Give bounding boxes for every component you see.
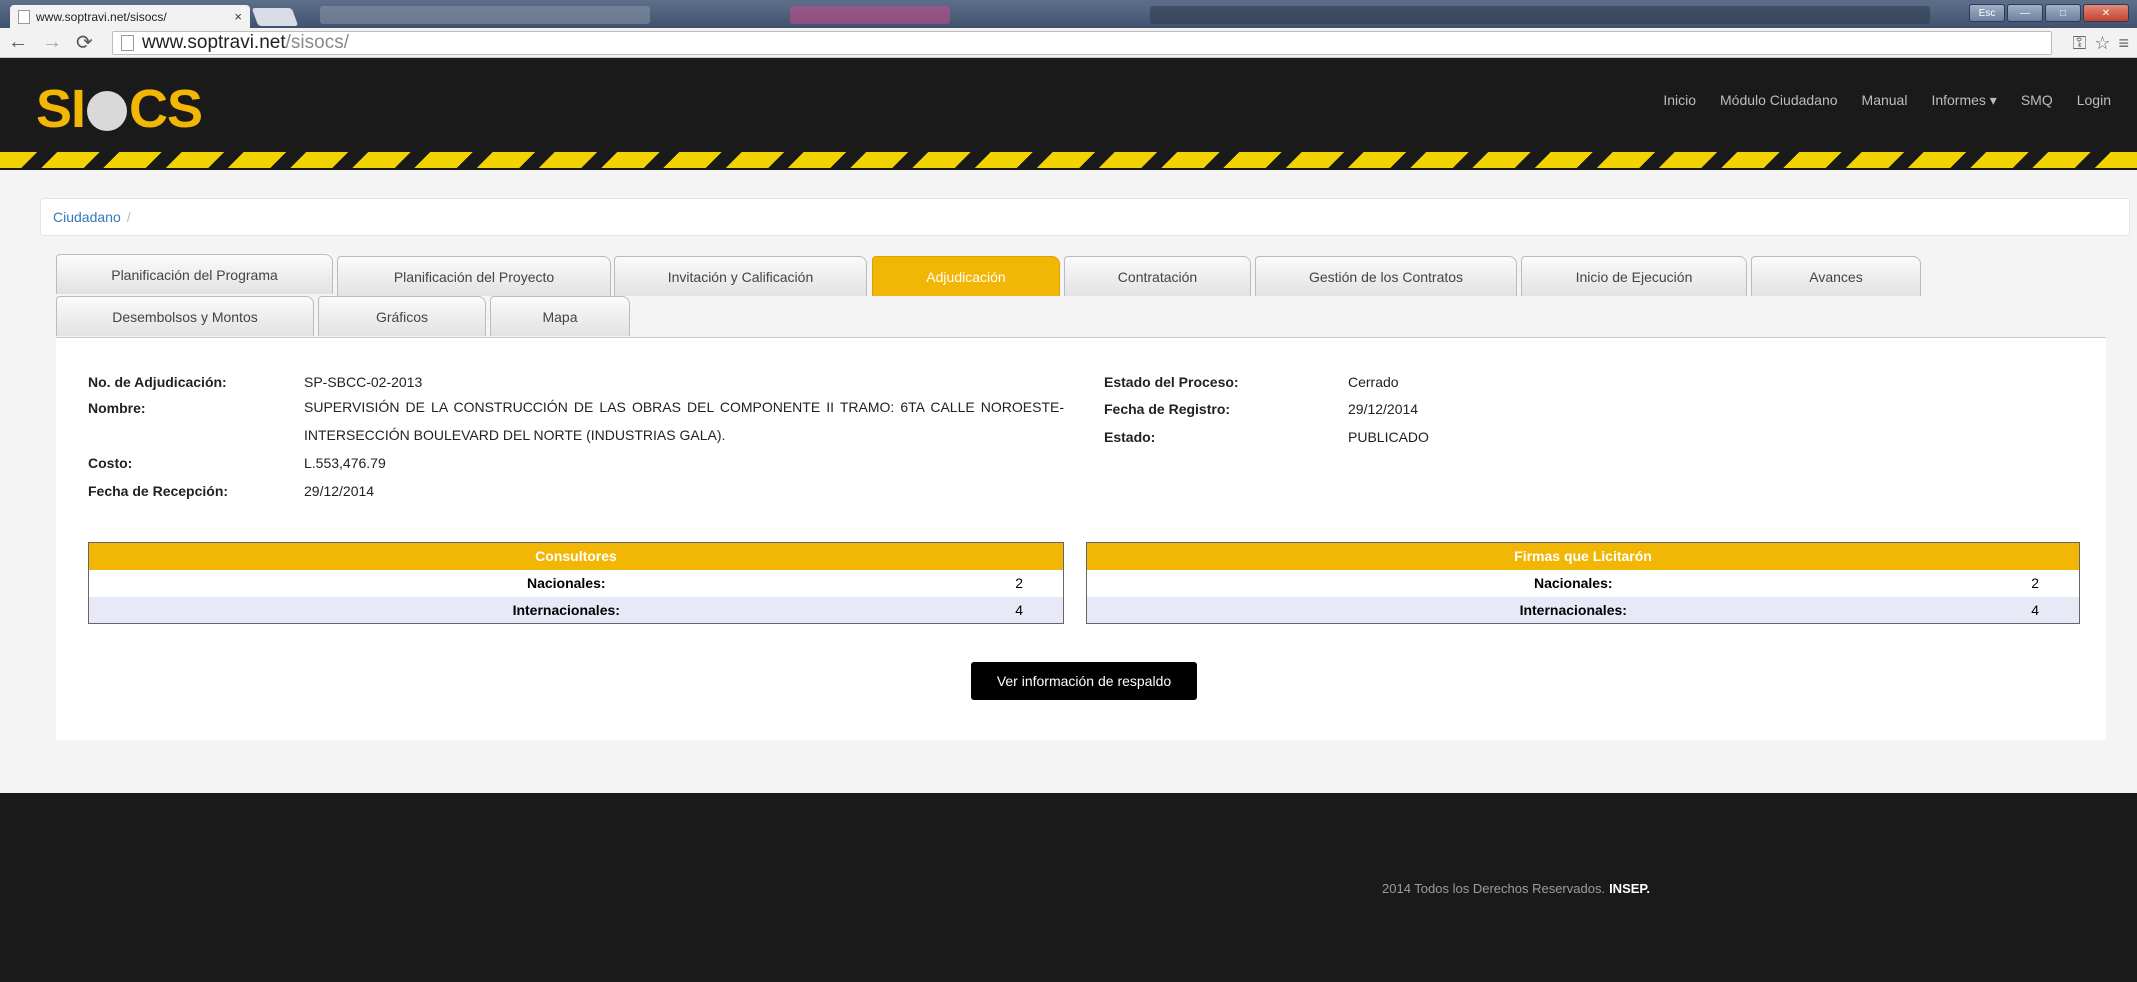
nav-informes[interactable]: Informes ▾ bbox=[1919, 92, 2008, 109]
adjudicacion-panel: No. de Adjudicación: SP-SBCC-02-2013 Nom… bbox=[56, 338, 2106, 740]
breadcrumb: Ciudadano / bbox=[40, 198, 2130, 236]
costo-value: L.553,476.79 bbox=[304, 455, 386, 471]
nombre-value: SUPERVISIÓN DE LA CONSTRUCCIÓN DE LAS OB… bbox=[304, 399, 1064, 443]
tab-avances[interactable]: Avances bbox=[1751, 256, 1921, 296]
tab-planificacion-programa[interactable]: Planificación del Programa bbox=[56, 254, 333, 294]
close-tab-icon[interactable]: × bbox=[234, 9, 242, 24]
tab-gestion-contratos[interactable]: Gestión de los Contratos bbox=[1255, 256, 1517, 296]
costo-label: Costo: bbox=[88, 455, 133, 471]
browser-toolbar: ← → ⟳ www.soptravi.net/sisocs/ ⚿ ☆ ≡ bbox=[0, 28, 2137, 58]
page-icon bbox=[18, 9, 30, 24]
keyboard-layout-button[interactable]: Esc bbox=[1969, 4, 2005, 22]
logo-text-left: SI bbox=[36, 79, 86, 139]
key-icon[interactable]: ⚿ bbox=[2073, 33, 2087, 54]
nav-manual[interactable]: Manual bbox=[1850, 92, 1920, 109]
menu-icon[interactable]: ≡ bbox=[2118, 33, 2129, 54]
consultores-internacionales-label: Internacionales: bbox=[88, 596, 864, 624]
consultores-nacionales-value: 2 bbox=[1015, 575, 1023, 591]
table-row: Internacionales: 4 bbox=[1086, 596, 2080, 624]
road-icon bbox=[87, 91, 128, 131]
blurred-tab bbox=[1150, 6, 1930, 24]
toolbar-actions: ⚿ ☆ ≡ bbox=[2073, 33, 2129, 54]
tab-inicio-ejecucion[interactable]: Inicio de Ejecución bbox=[1521, 256, 1747, 296]
table-row: Internacionales: 4 bbox=[88, 596, 1064, 624]
window-controls: Esc — □ ✕ bbox=[1969, 4, 2129, 22]
consultores-table: Consultores Nacionales: 2 Internacionale… bbox=[88, 542, 1064, 624]
footer-copyright: 2014 Todos los Derechos Reservados. INSEP… bbox=[1382, 881, 1650, 896]
numero-adjudicacion-value: SP-SBCC-02-2013 bbox=[304, 374, 423, 390]
estado-label: Estado: bbox=[1104, 429, 1156, 445]
firmas-title: Firmas que Licitarón bbox=[1086, 542, 2080, 570]
tab-mapa[interactable]: Mapa bbox=[490, 296, 630, 336]
consultores-internacionales-value: 4 bbox=[863, 596, 1064, 624]
nav-login[interactable]: Login bbox=[2065, 92, 2123, 109]
nombre-label: Nombre: bbox=[88, 400, 146, 416]
fecha-registro-label: Fecha de Registro: bbox=[1104, 401, 1231, 417]
firmas-nacionales-value: 2 bbox=[2031, 575, 2039, 591]
consultores-title: Consultores bbox=[88, 542, 1064, 570]
firmas-table: Firmas que Licitarón Nacionales: 2 Inter… bbox=[1086, 542, 2080, 624]
maximize-button[interactable]: □ bbox=[2045, 4, 2081, 22]
tab-graficos[interactable]: Gráficos bbox=[318, 296, 486, 336]
logo-text-right: CS bbox=[129, 79, 203, 139]
consultores-nacionales-label: Nacionales: bbox=[526, 575, 606, 591]
url-host: www.soptravi.net bbox=[142, 32, 286, 53]
blurred-tab bbox=[790, 6, 950, 24]
blurred-tab bbox=[320, 6, 650, 24]
breadcrumb-ciudadano[interactable]: Ciudadano bbox=[53, 209, 121, 225]
ver-informacion-respaldo-button[interactable]: Ver información de respaldo bbox=[971, 662, 1197, 700]
footer-brand: INSEP. bbox=[1609, 881, 1651, 896]
tab-bar: Planificación del Programa Planificación… bbox=[56, 254, 2106, 338]
estado-proceso-value: Cerrado bbox=[1348, 374, 1399, 390]
browser-tab[interactable]: www.soptravi.net/sisocs/ × bbox=[10, 5, 250, 28]
firmas-nacionales-label: Nacionales: bbox=[1533, 575, 1613, 591]
browser-tab-title: www.soptravi.net/sisocs/ bbox=[36, 9, 167, 24]
fecha-recepcion-label: Fecha de Recepción: bbox=[88, 483, 229, 499]
nav-modulo-ciudadano[interactable]: Módulo Ciudadano bbox=[1708, 92, 1850, 109]
bookmark-star-icon[interactable]: ☆ bbox=[2094, 33, 2110, 54]
breadcrumb-separator: / bbox=[126, 209, 131, 225]
back-icon[interactable]: ← bbox=[8, 31, 28, 54]
close-window-button[interactable]: ✕ bbox=[2083, 4, 2129, 22]
tab-planificacion-proyecto[interactable]: Planificación del Proyecto bbox=[337, 256, 611, 296]
table-row: Nacionales: 2 bbox=[89, 570, 1064, 597]
top-navigation: Inicio Módulo Ciudadano Manual Informes … bbox=[1651, 92, 2123, 109]
tab-contratacion[interactable]: Contratación bbox=[1064, 256, 1251, 296]
footer-text: 2014 Todos los Derechos Reservados. bbox=[1382, 881, 1606, 896]
page-icon bbox=[121, 35, 134, 51]
address-bar[interactable]: www.soptravi.net/sisocs/ bbox=[112, 31, 2052, 55]
new-tab-button[interactable] bbox=[251, 8, 299, 26]
firmas-internacionales-label: Internacionales: bbox=[1086, 596, 1880, 624]
site-header: SI CS Inicio Módulo Ciudadano Manual Info… bbox=[0, 58, 2137, 170]
site-footer: 2014 Todos los Derechos Reservados. INSEP… bbox=[0, 793, 2137, 982]
tab-invitacion-calificacion[interactable]: Invitación y Calificación bbox=[614, 256, 867, 296]
minimize-button[interactable]: — bbox=[2007, 4, 2043, 22]
hazard-stripe bbox=[0, 152, 2137, 168]
url-path: /sisocs/ bbox=[285, 32, 349, 53]
estado-proceso-label: Estado del Proceso: bbox=[1104, 374, 1239, 390]
numero-adjudicacion-label: No. de Adjudicación: bbox=[88, 374, 227, 390]
tab-desembolsos-montos[interactable]: Desembolsos y Montos bbox=[56, 296, 314, 336]
tab-adjudicacion[interactable]: Adjudicación bbox=[872, 256, 1060, 296]
site-logo[interactable]: SI CS bbox=[36, 78, 203, 140]
fecha-recepcion-value: 29/12/2014 bbox=[304, 483, 375, 499]
table-row: Nacionales: 2 bbox=[1087, 570, 2080, 597]
nav-smq[interactable]: SMQ bbox=[2009, 92, 2065, 109]
forward-icon[interactable]: → bbox=[42, 31, 62, 54]
reload-icon[interactable]: ⟳ bbox=[76, 30, 93, 55]
estado-value: PUBLICADO bbox=[1348, 429, 1429, 445]
browser-tab-bar: www.soptravi.net/sisocs/ × Esc — □ ✕ bbox=[0, 0, 2137, 28]
fecha-registro-value: 29/12/2014 bbox=[1348, 401, 1419, 417]
nav-inicio[interactable]: Inicio bbox=[1651, 92, 1708, 109]
firmas-internacionales-value: 4 bbox=[1879, 596, 2080, 624]
